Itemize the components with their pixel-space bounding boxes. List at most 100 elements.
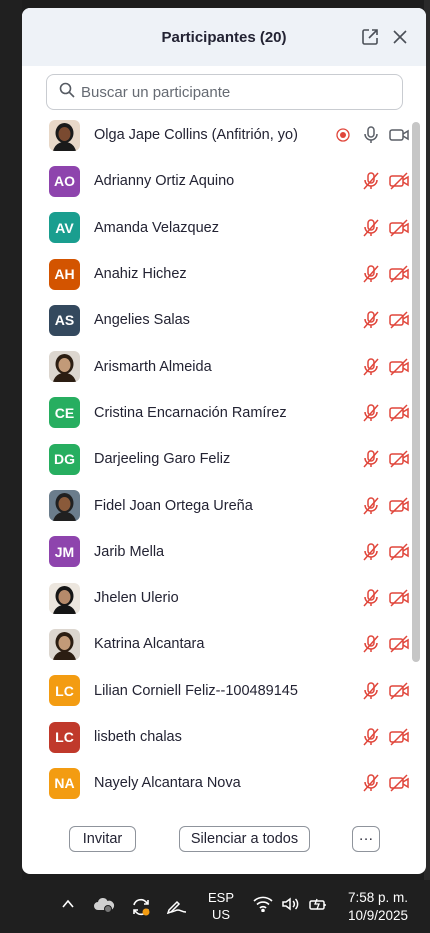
avatar: AV [49,212,80,244]
avatar [49,582,80,614]
microphone-muted-icon[interactable] [360,309,382,331]
participant-row[interactable]: AO Adrianny Ortiz Aquino [22,158,410,204]
microphone-muted-icon[interactable] [360,726,382,748]
participant-row[interactable]: AH Anahiz Hichez [22,251,410,297]
camera-off-icon[interactable] [388,309,410,331]
microphone-muted-icon[interactable] [360,402,382,424]
camera-off-icon[interactable] [388,402,410,424]
participant-row[interactable]: Jhelen Ulerio [22,575,410,621]
background-window-left [0,0,22,880]
camera-off-icon[interactable] [388,217,410,239]
clock-time: 7:58 p. m. [347,890,408,905]
avatar: AS [49,304,80,336]
microphone-muted-icon[interactable] [360,356,382,378]
microphone-icon[interactable] [360,124,382,146]
search-input[interactable] [81,83,381,101]
mute-all-button[interactable]: Silenciar a todos [179,826,310,852]
microphone-muted-icon[interactable] [360,541,382,563]
invite-button[interactable]: Invitar [69,826,136,852]
participant-name: Adrianny Ortiz Aquino [94,173,235,190]
recording-icon [332,124,354,146]
camera-off-icon[interactable] [388,633,410,655]
camera-off-icon[interactable] [388,448,410,470]
camera-off-icon[interactable] [388,587,410,609]
participant-row[interactable]: LC Lilian Corniell Feliz--100489145 [22,668,410,714]
avatar: DG [49,443,80,475]
avatar: CE [49,397,80,429]
camera-off-icon[interactable] [388,726,410,748]
camera-off-icon[interactable] [388,541,410,563]
windows-taskbar: ESP US 7:58 p. m. 10/9/2025 [0,880,430,933]
participant-status-icons [354,356,410,378]
clock-date: 10/9/2025 [347,908,408,923]
participant-status-icons [354,217,410,239]
participant-status-icons [354,448,410,470]
participant-status-icons [354,772,410,794]
microphone-muted-icon[interactable] [360,772,382,794]
camera-off-icon[interactable] [388,495,410,517]
participant-row[interactable]: CE Cristina Encarnación Ramírez [22,390,410,436]
scrollbar-thumb[interactable] [412,122,420,662]
participant-row[interactable]: JM Jarib Mella [22,529,410,575]
microphone-muted-icon[interactable] [360,633,382,655]
microphone-muted-icon[interactable] [360,495,382,517]
avatar [49,628,80,660]
participant-name: Nayely Alcantara Nova [94,775,241,792]
volume-icon[interactable] [281,896,301,912]
participant-row[interactable]: DG Darjeeling Garo Feliz [22,436,410,482]
close-icon[interactable] [390,27,410,47]
microphone-muted-icon[interactable] [360,217,382,239]
participant-row[interactable]: AV Amanda Velazquez [22,205,410,251]
microphone-muted-icon[interactable] [360,587,382,609]
microphone-muted-icon[interactable] [360,680,382,702]
participant-status-icons [354,495,410,517]
participant-row[interactable]: NA Nayely Alcantara Nova [22,760,410,806]
search-icon [59,82,75,103]
sync-icon[interactable] [130,896,152,918]
language-code: ESP [207,890,234,905]
camera-icon[interactable] [388,124,410,146]
chevron-up-icon[interactable] [60,896,76,912]
microphone-muted-icon[interactable] [360,263,382,285]
onedrive-icon[interactable] [93,896,115,914]
avatar: JM [49,536,80,568]
participant-row[interactable]: Katrina Alcantara [22,621,410,667]
participant-row[interactable]: Fidel Joan Ortega Ureña [22,482,410,528]
participant-status-icons [354,309,410,331]
camera-off-icon[interactable] [388,680,410,702]
camera-off-icon[interactable] [388,356,410,378]
participant-name: Arismarth Almeida [94,358,212,375]
avatar [49,351,80,383]
participant-name: Angelies Salas [94,312,190,329]
camera-off-icon[interactable] [388,263,410,285]
camera-off-icon[interactable] [388,772,410,794]
participant-name: lisbeth chalas [94,729,182,745]
participant-row[interactable]: Arismarth Almeida [22,343,410,389]
avatar: LC [49,675,80,707]
participant-row[interactable]: LC lisbeth chalas [22,714,410,760]
participant-status-icons [354,680,410,702]
system-clock[interactable]: 7:58 p. m. 10/9/2025 [348,889,408,925]
participant-status-icons [354,263,410,285]
popout-icon[interactable] [360,27,380,47]
microphone-muted-icon[interactable] [360,170,382,192]
wifi-icon[interactable] [253,896,273,912]
microphone-muted-icon[interactable] [360,448,382,470]
participant-status-icons [326,124,410,146]
participant-status-icons [354,726,410,748]
participant-name: Cristina Encarnación Ramírez [94,404,287,421]
pen-icon[interactable] [165,896,189,916]
participant-row[interactable]: Olga Jape Collins (Anfitrión, yo) [22,112,410,158]
participant-status-icons [354,170,410,192]
search-field[interactable] [46,74,403,110]
participant-name: Katrina Alcantara [94,636,205,653]
participant-name: Jhelen Ulerio [94,590,179,607]
participant-status-icons [354,633,410,655]
participant-row[interactable]: AS Angelies Salas [22,297,410,343]
more-options-button[interactable]: ··· [352,826,380,852]
scrollbar[interactable] [412,118,420,808]
camera-off-icon[interactable] [388,170,410,192]
language-indicator[interactable]: ESP US [205,889,237,923]
battery-icon[interactable] [308,896,328,912]
avatar: NA [49,767,80,799]
